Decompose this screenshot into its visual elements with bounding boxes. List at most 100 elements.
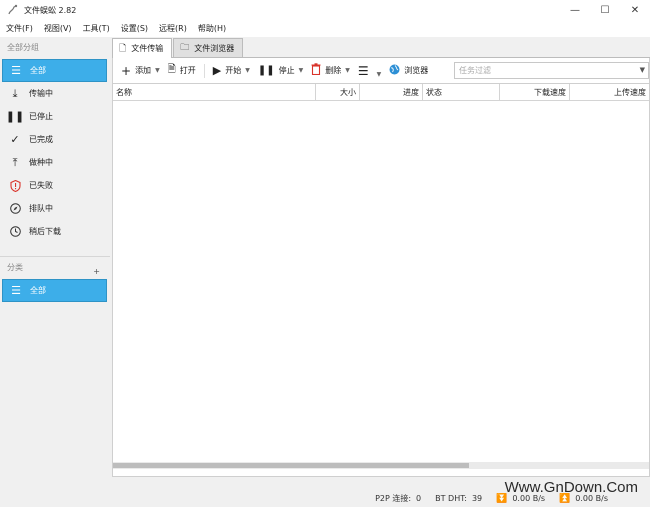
list-icon: ☰ [11, 284, 21, 297]
column-header-size[interactable]: 大小 [316, 84, 360, 101]
sidebar-item-queued[interactable]: 排队中 [0, 197, 110, 220]
sidebar-item-seeding[interactable]: ⤒ 做种中 [0, 151, 110, 174]
window-title: 文件蜈蚣 2.82 [24, 5, 77, 15]
sidebar-item-transferring[interactable]: ⤓ 传输中 [0, 82, 110, 105]
chevron-down-icon: ▼ [376, 71, 382, 78]
sidebar: 全部分组 ☰ 全部 ⤓ 传输中 ❚❚ 已停止 ✓ 已完成 ⤒ 做种中 已失败 排… [0, 37, 110, 490]
title-bar: 文件蜈蚣 2.82 — ☐ ✕ [0, 0, 650, 20]
watermark-text: Www.GnDown.Com [504, 479, 638, 496]
upload-icon: ⤒ [12, 155, 18, 169]
menu-remote[interactable]: 远程(R) [159, 23, 187, 34]
open-label: 打开 [179, 66, 196, 75]
sidebar-item-label: 已停止 [29, 112, 53, 121]
horizontal-scrollbar[interactable] [113, 462, 649, 469]
column-header-name[interactable]: 名称 [113, 84, 316, 101]
main-panel: 🗋 文件传输 🗀 文件浏览器 + 添加 ▼ 🗎 打开 ▶ 开始 ▼ ❚❚ 停止 … [112, 37, 650, 490]
toolbar-separator [203, 63, 205, 78]
sidebar-item-label: 做种中 [29, 158, 53, 167]
sidebar-item-label: 排队中 [29, 204, 53, 213]
menu-view[interactable]: 视图(V) [44, 23, 72, 34]
open-file-icon: 🗎 [167, 64, 176, 75]
tab-file-transfer[interactable]: 🗋 文件传输 [112, 38, 173, 58]
minimize-button[interactable]: — [560, 0, 590, 20]
sidebar-item-label: 已失败 [29, 181, 53, 190]
group-header: 全部分组 [7, 43, 39, 52]
pause-icon: ❚❚ [257, 65, 275, 76]
p2p-value: 0 [416, 494, 422, 503]
task-table: 名称 大小 进度 状态 下载速度 上传速度 [112, 83, 650, 477]
sidebar-item-completed[interactable]: ✓ 已完成 [0, 128, 110, 151]
close-button[interactable]: ✕ [620, 0, 650, 20]
clock-icon [9, 226, 21, 238]
compass-icon [9, 203, 21, 215]
table-header: 名称 大小 进度 状态 下载速度 上传速度 [113, 84, 649, 101]
start-label: 开始 [225, 66, 242, 75]
chevron-down-icon: ▼ [298, 67, 304, 74]
sidebar-item-label: 传输中 [29, 89, 53, 98]
menu-tools[interactable]: 工具(T) [83, 23, 110, 34]
sidebar-item-label: 已完成 [29, 135, 53, 144]
download-icon: ⤓ [12, 86, 18, 100]
maximize-button[interactable]: ☐ [590, 0, 620, 20]
scrollbar-thumb[interactable] [113, 463, 469, 468]
add-button[interactable]: + 添加 ▼ [121, 64, 160, 78]
sidebar-item-later[interactable]: 稍后下载 [0, 220, 110, 243]
task-filter-input[interactable]: 任务过滤 ▼ [454, 62, 649, 79]
stop-label: 停止 [278, 66, 295, 75]
sidebar-item-label: 全部 [30, 66, 46, 75]
pause-icon: ❚❚ [5, 110, 25, 123]
delete-button[interactable]: 删除 ▼ [311, 63, 350, 78]
browser-button[interactable]: 浏览器 [389, 64, 428, 78]
p2p-label: P2P 连接: [375, 494, 412, 503]
open-button[interactable]: 🗎 打开 [168, 62, 196, 79]
chevron-down-icon: ▼ [345, 67, 350, 74]
browser-label: 浏览器 [404, 66, 429, 75]
file-icon: 🗋 [119, 43, 127, 54]
globe-icon [389, 64, 400, 78]
play-icon: ▶ [212, 64, 222, 77]
start-button[interactable]: ▶ 开始 ▼ [213, 64, 250, 77]
chevron-down-icon[interactable]: ▼ [640, 66, 645, 74]
column-header-download-speed[interactable]: 下载速度 [500, 84, 570, 101]
app-centipede-icon [7, 4, 19, 16]
menu-file[interactable]: 文件(F) [6, 23, 33, 34]
sidebar-item-stopped[interactable]: ❚❚ 已停止 [0, 105, 110, 128]
check-icon: ✓ [10, 133, 20, 146]
column-header-progress[interactable]: 进度 [360, 84, 423, 101]
folder-icon: 🗀 [180, 43, 190, 53]
plus-icon: + [121, 63, 132, 78]
chevron-down-icon: ▼ [155, 67, 160, 74]
category-header: 分类 + [0, 257, 110, 279]
trash-icon [311, 63, 321, 78]
column-header-status[interactable]: 状态 [423, 84, 500, 101]
tab-label: 文件浏览器 [194, 43, 235, 53]
sidebar-item-all[interactable]: ☰ 全部 [2, 59, 107, 82]
dht-label: BT DHT: [435, 494, 467, 503]
shield-alert-icon [9, 179, 21, 192]
menu-settings[interactable]: 设置(S) [121, 23, 148, 34]
p2p-status: P2P 连接: 0 [375, 493, 421, 504]
hamburger-icon: ☰ [357, 63, 369, 78]
filter-placeholder: 任务过滤 [459, 66, 491, 75]
delete-label: 删除 [325, 66, 342, 75]
menu-bar: 文件(F) 视图(V) 工具(T) 设置(S) 远程(R) 帮助(H) [0, 20, 650, 37]
sidebar-item-failed[interactable]: 已失败 [0, 174, 110, 197]
tab-label: 文件传输 [131, 44, 164, 53]
column-header-upload-speed[interactable]: 上传速度 [570, 84, 649, 101]
category-header-label: 分类 [7, 263, 23, 272]
tab-bar: 🗋 文件传输 🗀 文件浏览器 [112, 37, 650, 58]
list-icon: ☰ [11, 64, 21, 77]
dht-status: BT DHT: 39 [435, 494, 482, 503]
sidebar-item-label: 稍后下载 [29, 227, 61, 236]
toolbar: + 添加 ▼ 🗎 打开 ▶ 开始 ▼ ❚❚ 停止 ▼ 删除 ▼ ☰ ▼ 浏览器 … [112, 58, 650, 83]
menu-help[interactable]: 帮助(H) [198, 23, 226, 34]
more-menu-button[interactable]: ☰ ▼ [357, 63, 382, 79]
dht-value: 39 [471, 494, 483, 503]
category-item-all[interactable]: ☰ 全部 [2, 279, 107, 302]
add-label: 添加 [135, 66, 152, 75]
tab-file-browser[interactable]: 🗀 文件浏览器 [173, 38, 244, 57]
add-category-button[interactable]: + [93, 267, 100, 279]
stop-button[interactable]: ❚❚ 停止 ▼ [258, 65, 303, 76]
chevron-down-icon: ▼ [245, 67, 250, 74]
category-item-label: 全部 [30, 286, 46, 295]
